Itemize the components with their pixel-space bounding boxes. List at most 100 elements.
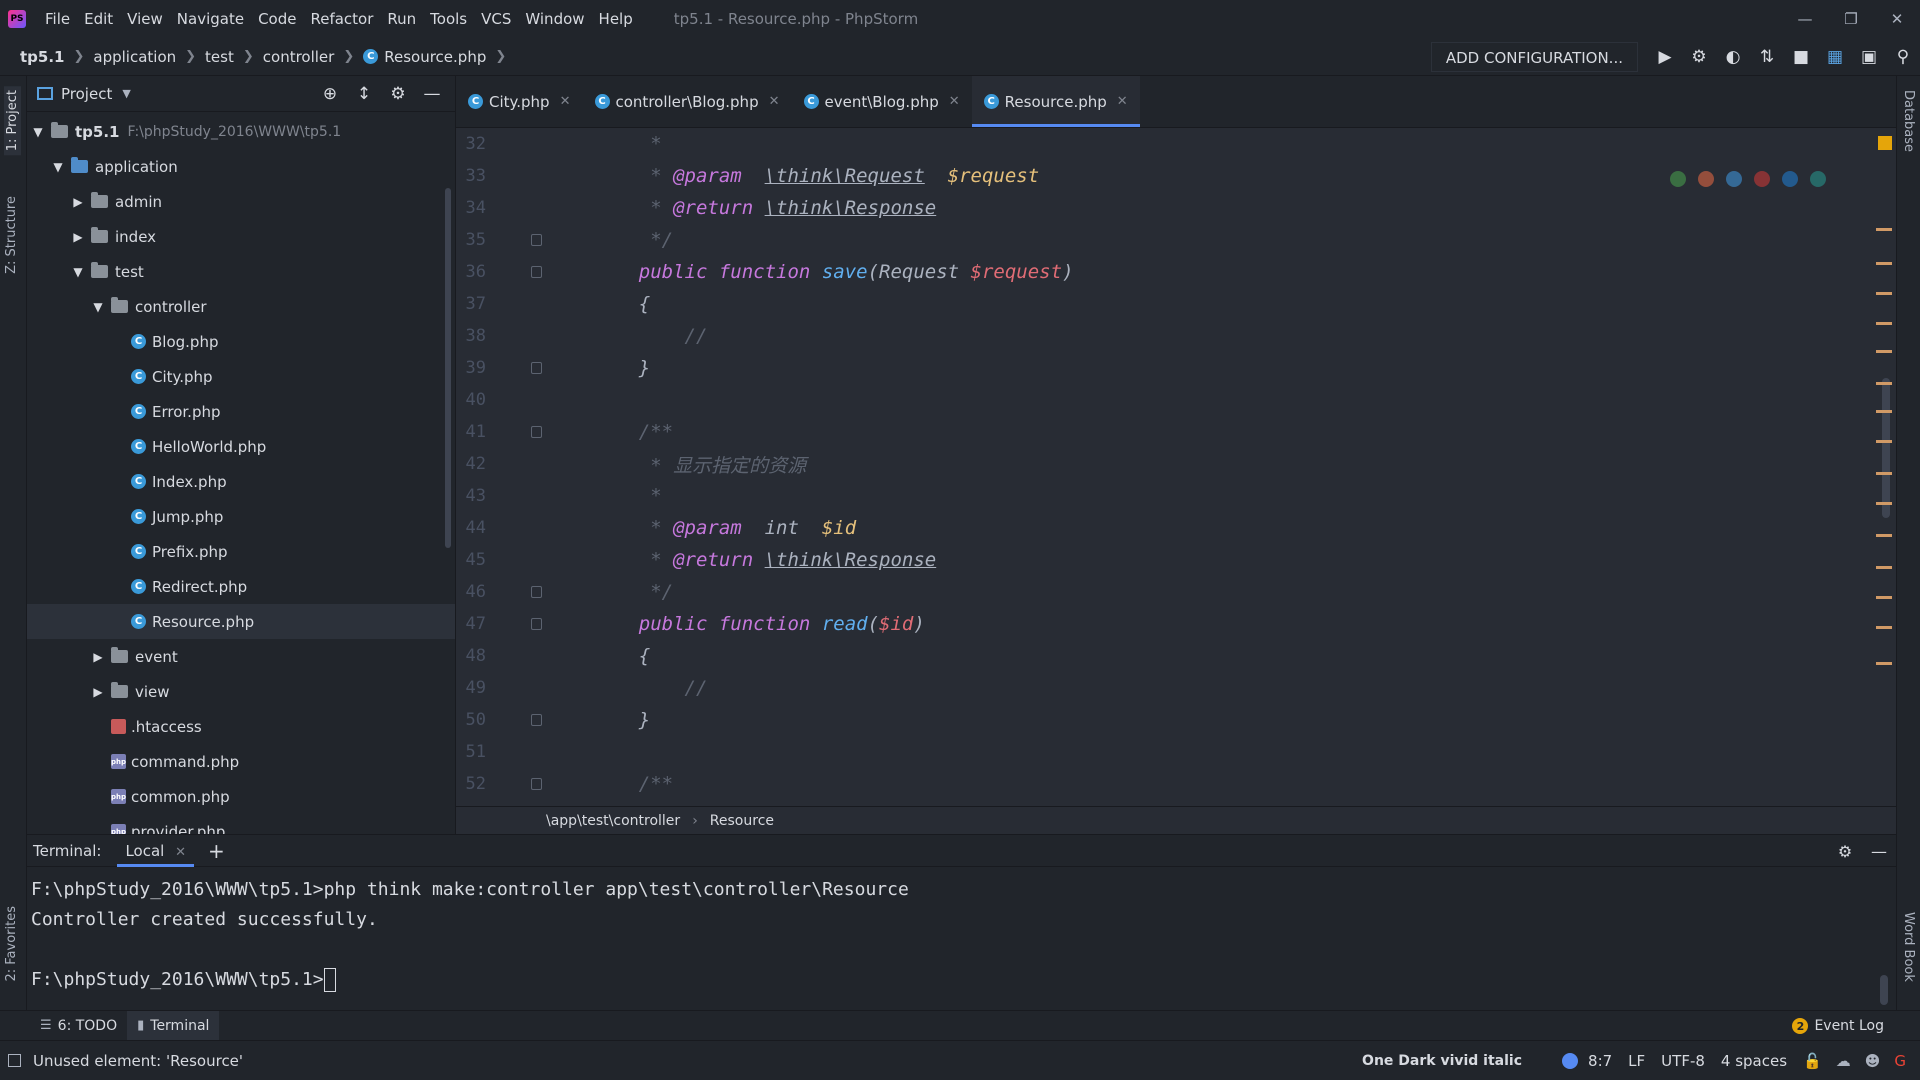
- warning-mark[interactable]: [1876, 534, 1892, 537]
- firefox-icon[interactable]: [1698, 171, 1714, 187]
- tree-item[interactable]: ▶ admin: [27, 184, 455, 219]
- fold-marker-icon[interactable]: [531, 778, 542, 790]
- fold-marker-icon[interactable]: [531, 714, 542, 726]
- code-line[interactable]: 52 /**: [456, 768, 1896, 800]
- menu-help[interactable]: Help: [592, 0, 640, 38]
- warning-mark[interactable]: [1876, 292, 1892, 295]
- code-line[interactable]: 43 *: [456, 480, 1896, 512]
- hide-panel-icon[interactable]: —: [415, 84, 449, 104]
- fold-marker-icon[interactable]: [531, 234, 542, 246]
- terminal-settings-gear-icon[interactable]: ⚙: [1828, 842, 1862, 861]
- warning-mark[interactable]: [1876, 596, 1892, 599]
- restore-icon[interactable]: ❐: [1828, 0, 1874, 38]
- run-icon[interactable]: ▶: [1648, 42, 1682, 72]
- code-line[interactable]: 42 * 显示指定的资源: [456, 448, 1896, 480]
- breadcrumb-item[interactable]: tp5.1: [20, 48, 64, 66]
- code-line[interactable]: 47 public function read($id): [456, 608, 1896, 640]
- breadcrumb-item[interactable]: C Resource.php: [363, 48, 486, 66]
- line-separator[interactable]: LF: [1628, 1052, 1645, 1070]
- tree-item[interactable]: C Blog.php: [27, 324, 455, 359]
- project-scrollbar[interactable]: [445, 188, 451, 548]
- tree-item[interactable]: C Error.php: [27, 394, 455, 429]
- warning-mark[interactable]: [1876, 472, 1892, 475]
- tree-item[interactable]: C Jump.php: [27, 499, 455, 534]
- warning-mark[interactable]: [1876, 566, 1892, 569]
- code-line[interactable]: 38 //: [456, 320, 1896, 352]
- code-line[interactable]: 49 //: [456, 672, 1896, 704]
- tree-root[interactable]: ▼ tp5.1 F:\phpStudy_2016\WWW\tp5.1: [27, 114, 455, 149]
- tree-item[interactable]: C City.php: [27, 359, 455, 394]
- editor-tab[interactable]: Cevent\Blog.php ✕: [792, 76, 972, 127]
- terminal-panel-icon[interactable]: ▣: [1852, 42, 1886, 72]
- profile-icon[interactable]: ⇅: [1750, 42, 1784, 72]
- add-configuration-button[interactable]: ADD CONFIGURATION...: [1430, 42, 1638, 72]
- menu-vcs[interactable]: VCS: [474, 0, 518, 38]
- project-view-selector[interactable]: Project ▼: [37, 85, 131, 103]
- ie-icon[interactable]: [1782, 171, 1798, 187]
- warning-mark[interactable]: [1876, 350, 1892, 353]
- search-icon[interactable]: ⚲: [1886, 42, 1920, 72]
- menu-code[interactable]: Code: [251, 0, 303, 38]
- warning-mark[interactable]: [1876, 440, 1892, 443]
- warning-mark[interactable]: [1876, 410, 1892, 413]
- code-line[interactable]: 39 }: [456, 352, 1896, 384]
- minimize-icon[interactable]: —: [1782, 0, 1828, 38]
- fold-marker-icon[interactable]: [531, 426, 542, 438]
- menu-run[interactable]: Run: [380, 0, 423, 38]
- code-line[interactable]: 51: [456, 736, 1896, 768]
- locate-file-icon[interactable]: ⊕: [313, 84, 347, 104]
- tree-item[interactable]: ▶ event: [27, 639, 455, 674]
- tree-item[interactable]: ▼ controller: [27, 289, 455, 324]
- todo-tool-button[interactable]: ☰ 6: TODO: [30, 1011, 127, 1041]
- editor-tab[interactable]: Ccontroller\Blog.php ✕: [583, 76, 792, 127]
- menu-edit[interactable]: Edit: [77, 0, 120, 38]
- code-line[interactable]: 36 public function save(Request $request…: [456, 256, 1896, 288]
- code-line[interactable]: 48 {: [456, 640, 1896, 672]
- collapse-arrow-icon[interactable]: ▶: [91, 685, 105, 699]
- lock-icon[interactable]: 🔓: [1803, 1052, 1822, 1070]
- error-stripe[interactable]: [1872, 128, 1896, 806]
- fold-marker-icon[interactable]: [531, 618, 542, 630]
- expand-arrow-icon[interactable]: ▼: [51, 160, 65, 174]
- toggle-tool-windows-icon[interactable]: [8, 1054, 21, 1067]
- hide-terminal-icon[interactable]: —: [1862, 842, 1896, 861]
- tab-structure-tool[interactable]: Z: Structure: [4, 196, 19, 274]
- event-log-button[interactable]: 2 Event Log: [1792, 1011, 1884, 1041]
- tree-item[interactable]: php provider.php: [27, 814, 455, 834]
- opera-icon[interactable]: [1754, 171, 1770, 187]
- inspector-icon[interactable]: ☻: [1865, 1052, 1881, 1070]
- tree-item[interactable]: ▶ index: [27, 219, 455, 254]
- warning-mark[interactable]: [1876, 662, 1892, 665]
- code-line[interactable]: 41 /**: [456, 416, 1896, 448]
- expand-arrow-icon[interactable]: ▼: [31, 125, 45, 139]
- tree-item[interactable]: php command.php: [27, 744, 455, 779]
- google-icon[interactable]: G: [1894, 1052, 1906, 1070]
- tree-item[interactable]: C Prefix.php: [27, 534, 455, 569]
- tree-item[interactable]: php common.php: [27, 779, 455, 814]
- breadcrumb-item[interactable]: application: [93, 48, 176, 66]
- tree-item[interactable]: C HelloWorld.php: [27, 429, 455, 464]
- debug-icon[interactable]: ⚙: [1682, 42, 1716, 72]
- tree-item[interactable]: C Index.php: [27, 464, 455, 499]
- code-line[interactable]: 37 {: [456, 288, 1896, 320]
- code-line[interactable]: 46 */: [456, 576, 1896, 608]
- terminal-tab-local[interactable]: Local ✕: [117, 835, 194, 867]
- menu-view[interactable]: View: [120, 0, 170, 38]
- fold-marker-icon[interactable]: [531, 586, 542, 598]
- close-icon[interactable]: ✕: [560, 94, 571, 109]
- editor-breadcrumb-namespace[interactable]: \app\test\controller: [546, 813, 680, 829]
- caret-position[interactable]: 8:7: [1588, 1052, 1612, 1070]
- code-line[interactable]: 35 */: [456, 224, 1896, 256]
- menu-tools[interactable]: Tools: [423, 0, 474, 38]
- tree-item[interactable]: .htaccess: [27, 709, 455, 744]
- tab-project-tool[interactable]: 1: Project: [4, 86, 21, 156]
- warning-mark[interactable]: [1876, 228, 1892, 231]
- code-line[interactable]: 40: [456, 384, 1896, 416]
- code-line[interactable]: 32 *: [456, 128, 1896, 160]
- editor-breadcrumb-class[interactable]: Resource: [710, 813, 774, 829]
- stop-icon[interactable]: ■: [1784, 42, 1818, 72]
- file-encoding[interactable]: UTF-8: [1661, 1052, 1705, 1070]
- tab-favorites-tool[interactable]: 2: Favorites: [4, 906, 19, 982]
- terminal-output[interactable]: F:\phpStudy_2016\WWW\tp5.1>php think mak…: [27, 867, 1896, 1003]
- warning-mark[interactable]: [1876, 262, 1892, 265]
